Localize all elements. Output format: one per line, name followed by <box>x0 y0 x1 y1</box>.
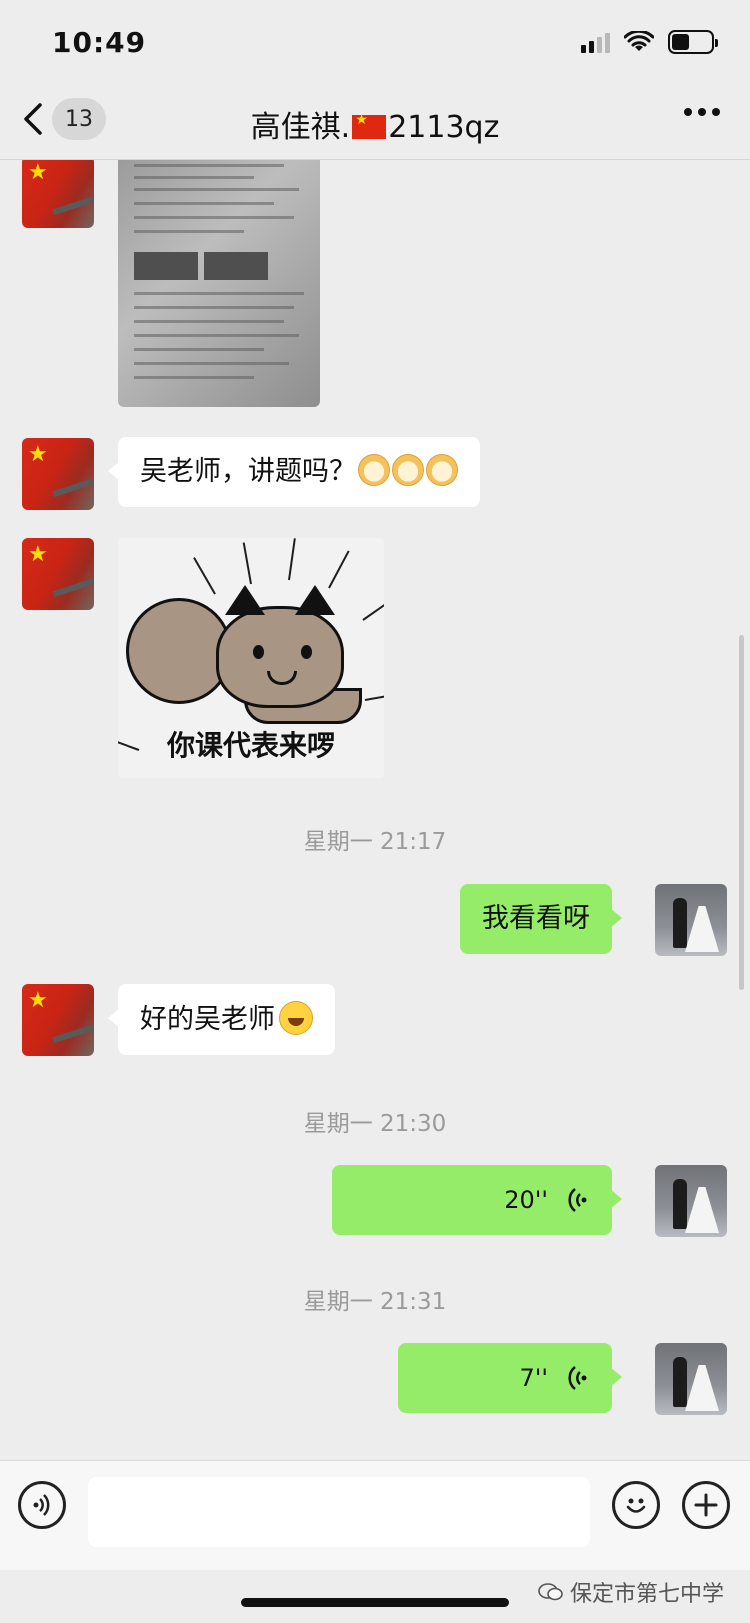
emoji-button[interactable] <box>612 1481 660 1529</box>
watermark: 保定市第七中学 <box>538 1576 724 1608</box>
voice-wave-icon <box>568 1366 587 1390</box>
message-bubble-received[interactable]: 好的吴老师 <box>108 984 335 1055</box>
more-options-button[interactable] <box>684 108 720 116</box>
sticker-caption: 你课代表来啰 <box>166 729 335 762</box>
chat-title-name: 高佳祺. <box>250 110 351 145</box>
message-timestamp: 星期一 21:30 <box>303 1111 447 1137</box>
wifi-icon <box>624 31 654 51</box>
doge-emoji-icon <box>426 454 458 486</box>
my-avatar[interactable] <box>655 1165 727 1237</box>
voice-message-sent[interactable]: 20'' <box>332 1165 622 1235</box>
message-timestamp: 星期一 21:31 <box>303 1289 447 1315</box>
home-indicator[interactable] <box>241 1598 509 1607</box>
voice-message-sent[interactable]: 7'' <box>398 1343 622 1413</box>
voice-wave-icon <box>568 1188 587 1212</box>
contact-avatar[interactable]: ★ <box>22 438 94 510</box>
message-timestamp: 星期一 21:17 <box>303 829 447 855</box>
contact-avatar[interactable]: ★ <box>22 984 94 1056</box>
battery-icon <box>668 30 718 54</box>
chat-title-suffix: 2113qz <box>388 110 500 145</box>
wechat-official-account-icon <box>538 1583 563 1601</box>
image-message[interactable] <box>118 160 320 407</box>
scrollbar[interactable] <box>739 635 744 990</box>
message-text: 好的吴老师 <box>140 1004 275 1035</box>
voice-duration: 7'' <box>519 1364 548 1392</box>
voice-mode-button[interactable] <box>18 1481 66 1529</box>
plus-icon <box>694 1493 718 1517</box>
sticker-message[interactable]: 你课代表来啰 <box>118 538 384 778</box>
watermark-text: 保定市第七中学 <box>569 1582 724 1607</box>
my-avatar[interactable] <box>655 1343 727 1415</box>
plus-button[interactable] <box>682 1481 730 1529</box>
status-time: 10:49 <box>52 26 147 59</box>
chat-header: 13 高佳祺.2113qz <box>0 90 750 160</box>
cellular-signal-icon <box>581 31 610 53</box>
voice-mode-icon <box>33 1494 50 1516</box>
status-bar: 10:49 <box>0 0 750 90</box>
message-input[interactable] <box>88 1477 590 1547</box>
message-text: 我看看呀 <box>482 903 590 934</box>
message-list[interactable]: ★ ★ 吴老师，讲题吗？ ★ 你课代表来啰 星期一 21:17 我看看呀 ★ 好… <box>0 160 750 1460</box>
doge-emoji-icon <box>358 454 390 486</box>
message-text: 吴老师，讲题吗？ <box>140 456 356 487</box>
more-icon <box>684 108 692 116</box>
chat-title: 高佳祺. 2113qz <box>0 102 750 146</box>
message-bubble-sent[interactable]: 我看看呀 <box>460 884 622 954</box>
china-flag-emoji-icon <box>352 112 387 139</box>
input-bar <box>0 1460 750 1570</box>
emoji-icon <box>626 1498 646 1513</box>
voice-duration: 20'' <box>504 1186 548 1214</box>
message-bubble-received[interactable]: 吴老师，讲题吗？ <box>108 437 480 507</box>
contact-avatar[interactable]: ★ <box>22 538 94 610</box>
contact-avatar[interactable]: ★ <box>22 160 94 228</box>
grin-emoji-icon <box>279 1001 313 1035</box>
cat-face <box>216 585 344 708</box>
status-icons <box>581 30 718 54</box>
my-avatar[interactable] <box>655 884 727 956</box>
doge-emoji-icon <box>392 454 424 486</box>
